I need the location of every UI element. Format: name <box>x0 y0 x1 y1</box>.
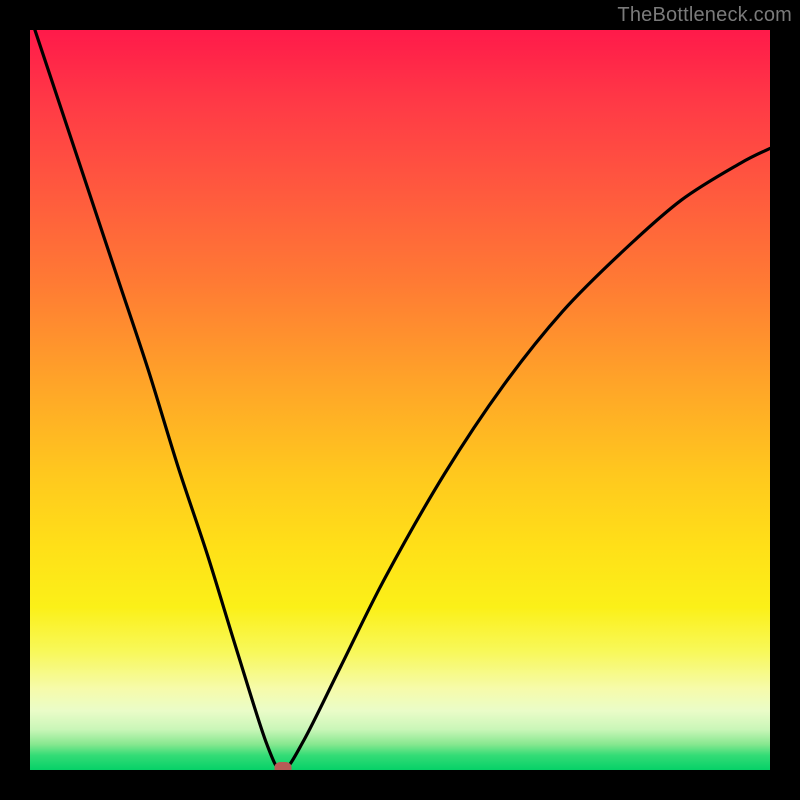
bottleneck-curve <box>30 30 770 770</box>
watermark-text: TheBottleneck.com <box>617 4 792 27</box>
curve-svg <box>30 30 770 770</box>
plot-area <box>30 30 770 770</box>
chart-frame: TheBottleneck.com <box>0 0 800 800</box>
optimal-point-marker <box>274 762 291 770</box>
